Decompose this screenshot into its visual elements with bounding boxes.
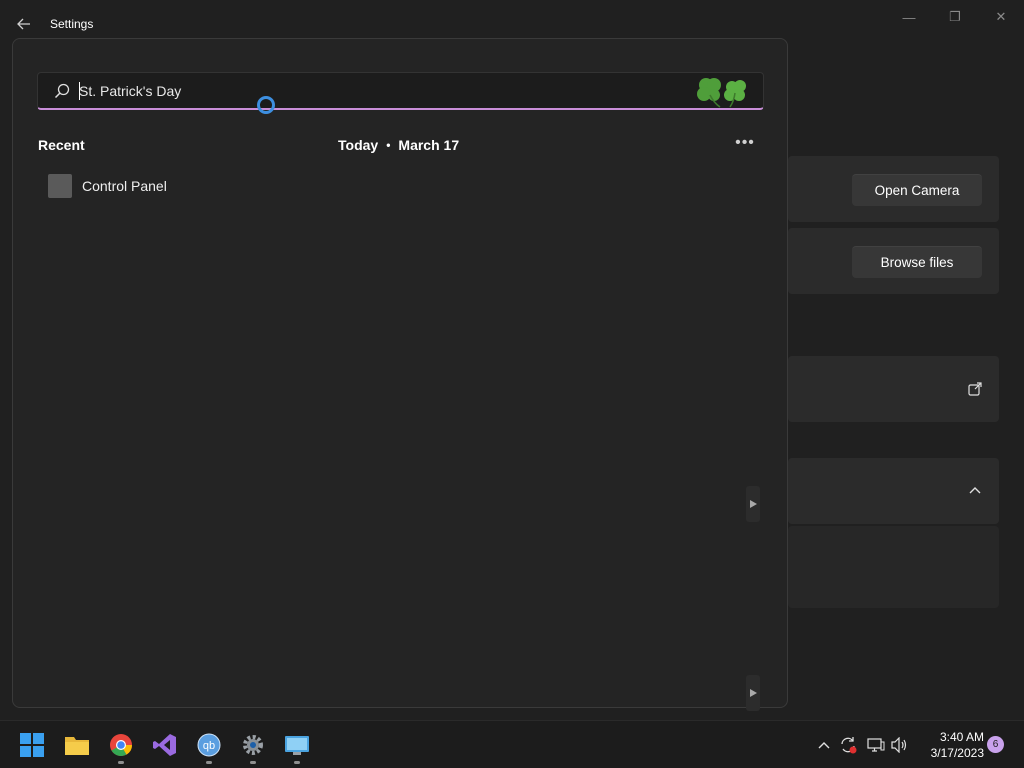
external-link-icon: [968, 382, 982, 396]
search-icon: [54, 83, 70, 99]
browse-files-button[interactable]: Browse files: [852, 246, 982, 278]
recent-heading: Recent: [38, 137, 85, 153]
busy-cursor-icon: [257, 96, 275, 114]
external-link-card[interactable]: [788, 356, 999, 422]
text-caret: [79, 82, 80, 100]
date-label: March 17: [398, 137, 460, 153]
start-button[interactable]: [18, 731, 46, 759]
file-explorer-button[interactable]: [63, 731, 91, 759]
chrome-running-indicator: [118, 761, 124, 764]
maximize-button[interactable]: ❐: [943, 8, 967, 26]
search-flyout: St. Patrick's Day Recent Today • March 1…: [12, 38, 788, 711]
svg-text:qb: qb: [203, 740, 215, 752]
search-box[interactable]: St. Patrick's Day: [37, 72, 764, 110]
qbittorrent-button[interactable]: qb: [195, 731, 223, 759]
scroll-right-button[interactable]: [746, 486, 760, 522]
chrome-button[interactable]: [107, 731, 135, 759]
today-label: Today: [338, 137, 379, 153]
open-camera-button[interactable]: Open Camera: [852, 174, 982, 206]
show-hidden-icons-button[interactable]: [814, 735, 834, 755]
close-button[interactable]: ✕: [989, 8, 1013, 26]
chevron-up-icon: [818, 742, 830, 749]
clock-time: 3:40 AM: [939, 730, 984, 744]
remote-desktop-icon: [285, 736, 309, 755]
windows-start-icon: [20, 733, 44, 757]
settings-running-indicator: [250, 761, 256, 764]
sync-status-button[interactable]: [838, 735, 858, 755]
settings-gear-icon: [243, 735, 263, 755]
clock-date: 3/17/2023: [930, 746, 984, 760]
camera-settings-card: Open Camera: [788, 156, 999, 222]
date-separator: •: [386, 138, 391, 152]
volume-button[interactable]: [890, 735, 910, 755]
sync-error-icon: [841, 737, 857, 754]
minimize-button[interactable]: —: [897, 8, 921, 26]
visual-studio-icon: [153, 734, 176, 756]
recent-item-control-panel[interactable]: Control Panel: [38, 169, 318, 203]
date-heading: Today • March 17: [338, 137, 459, 153]
play-right-icon: [749, 500, 757, 508]
chevron-up-icon: [969, 487, 981, 494]
remote-desktop-running-indicator: [294, 761, 300, 764]
taskbar-clock[interactable]: 3:40 AM 3/17/2023: [918, 729, 984, 761]
chrome-icon: [110, 734, 132, 756]
control-panel-icon: [48, 174, 72, 198]
taskbar: qb 3:40 AM 3/17/2023 6: [0, 720, 1024, 768]
app-title: Settings: [50, 17, 94, 31]
browse-settings-card: Browse files: [788, 228, 999, 294]
network-button[interactable]: [866, 735, 886, 755]
settings-button[interactable]: [239, 731, 267, 759]
visual-studio-button[interactable]: [151, 731, 179, 759]
file-explorer-icon: [65, 737, 89, 755]
expanded-card-content: [788, 526, 999, 608]
search-input[interactable]: St. Patrick's Day: [79, 83, 181, 99]
qbittorrent-icon: qb: [197, 733, 221, 757]
back-button[interactable]: [12, 12, 36, 36]
play-right-icon: [749, 689, 757, 697]
shamrock-icon: [697, 78, 746, 108]
notification-badge[interactable]: 6: [987, 736, 1004, 753]
recent-item-label: Control Panel: [82, 178, 167, 194]
expandable-card[interactable]: [788, 458, 999, 524]
speaker-volume-icon: [891, 737, 907, 753]
scroll-right-button-lower[interactable]: [746, 675, 760, 711]
remote-desktop-button[interactable]: [283, 731, 311, 759]
back-arrow-icon: [17, 18, 30, 30]
more-options-button[interactable]: •••: [735, 133, 755, 153]
network-ethernet-icon: [867, 738, 885, 752]
qbittorrent-running-indicator: [206, 761, 212, 764]
